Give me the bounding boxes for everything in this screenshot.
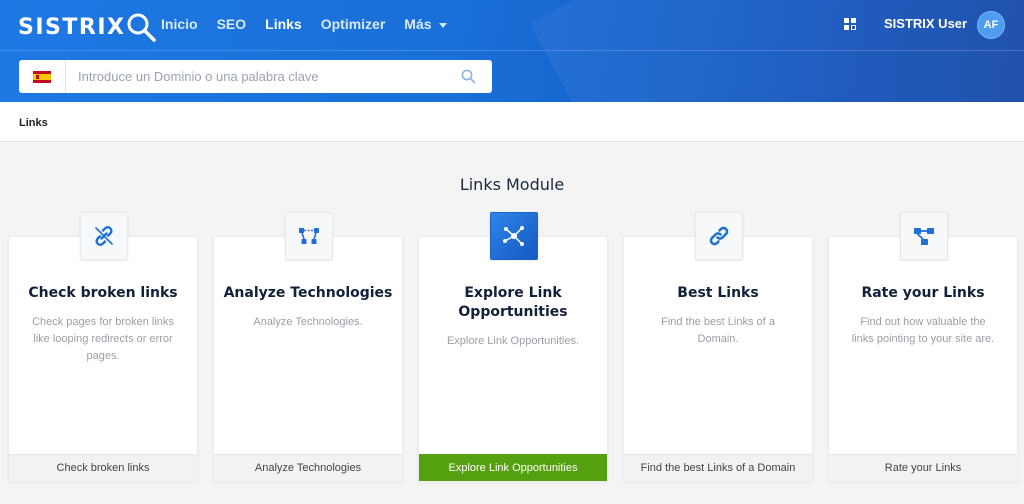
- card-description: Find the best Links of a Domain.: [661, 316, 775, 345]
- card-rate-your-links: Rate your Links Find out how valuable th…: [828, 212, 1018, 482]
- nodes-icon: [299, 228, 319, 244]
- logo-magnifier-icon: [127, 13, 157, 42]
- chevron-down-icon: [438, 22, 447, 28]
- card-description: Find out how valuable the links pointing…: [851, 316, 995, 345]
- nav-mas[interactable]: Más: [404, 14, 447, 34]
- nav-seo[interactable]: SEO: [217, 14, 247, 34]
- check-broken-links-button[interactable]: Check broken links: [9, 454, 197, 481]
- card-icon-box: [80, 212, 128, 260]
- card-icon-box: [900, 212, 948, 260]
- nav-mas-label: Más: [404, 16, 432, 32]
- network-icon: [503, 226, 524, 246]
- breadcrumb[interactable]: Links: [19, 117, 48, 129]
- card-description: Explore Link Opportunities.: [446, 335, 580, 347]
- broken-link-icon: [95, 226, 113, 246]
- card-icon-box: [490, 212, 538, 260]
- explore-link-opportunities-button[interactable]: Explore Link Opportunities: [419, 454, 607, 481]
- best-links-button[interactable]: Find the best Links of a Domain: [624, 454, 812, 481]
- card-best-links: Best Links Find the best Links of a Doma…: [623, 212, 813, 482]
- nav-inicio[interactable]: Inicio: [161, 14, 198, 34]
- card-title: Explore Link Opportunities: [458, 285, 568, 320]
- hierarchy-icon: [914, 228, 934, 245]
- rate-your-links-button[interactable]: Rate your Links: [829, 454, 1017, 481]
- card-title: Best Links: [677, 285, 759, 301]
- breadcrumb-bar: Links: [0, 102, 1024, 142]
- card-title: Analyze Technologies: [223, 285, 393, 301]
- card-description: Analyze Technologies.: [253, 316, 363, 328]
- search-bar: [19, 60, 492, 93]
- user-name[interactable]: SISTRIX User: [884, 16, 967, 31]
- card-analyze-technologies: Analyze Technologies Analyze Technologie…: [213, 212, 403, 482]
- page-title: Links Module: [459, 175, 565, 194]
- nav-optimizer[interactable]: Optimizer: [321, 14, 386, 34]
- country-selector[interactable]: [19, 60, 66, 93]
- search-icon[interactable]: [461, 69, 476, 84]
- card-title: Rate your Links: [861, 285, 985, 301]
- card-check-broken-links: Check broken links Check pages for broke…: [8, 212, 198, 482]
- spain-flag-icon: [33, 70, 51, 83]
- card-title: Check broken links: [28, 285, 178, 301]
- main-nav: Inicio SEO Links Optimizer Más: [161, 14, 466, 34]
- avatar[interactable]: AF: [977, 11, 1005, 39]
- logo-text: SISTRIX: [18, 14, 126, 40]
- analyze-technologies-button[interactable]: Analyze Technologies: [214, 454, 402, 481]
- card-icon-box: [695, 212, 743, 260]
- card-icon-box: [285, 212, 333, 260]
- top-header: SISTRIX Inicio SEO Links Optimizer Más S…: [0, 0, 1024, 102]
- card-description: Check pages for broken links like loopin…: [32, 316, 174, 362]
- link-icon: [709, 226, 729, 246]
- nav-links[interactable]: Links: [265, 14, 302, 34]
- search-input[interactable]: [78, 61, 458, 92]
- header-divider: [0, 50, 1024, 51]
- sistrix-logo[interactable]: SISTRIX: [18, 9, 158, 45]
- card-explore-link-opportunities: Explore Link Opportunities Explore Link …: [418, 212, 608, 482]
- apps-grid-icon[interactable]: [844, 18, 856, 30]
